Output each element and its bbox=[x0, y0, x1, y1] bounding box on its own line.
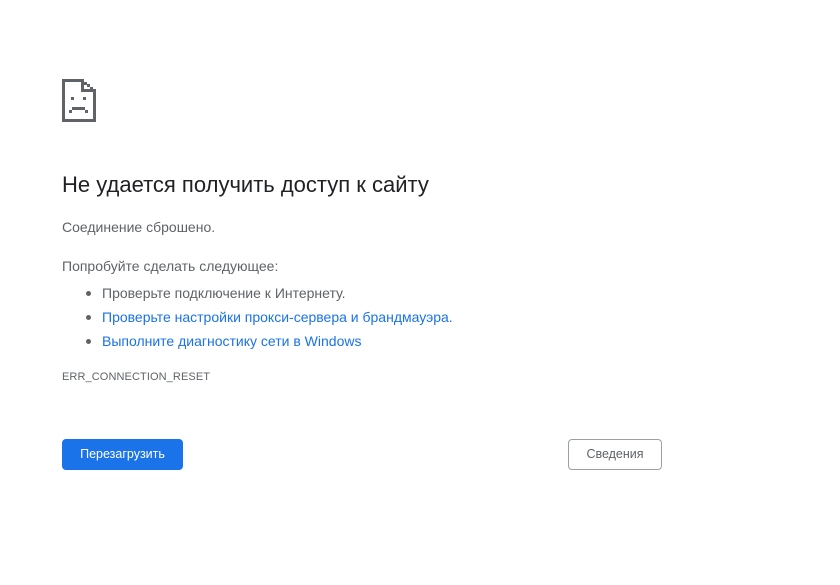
error-summary: Соединение сброшено. bbox=[62, 219, 216, 235]
page-title: Не удается получить доступ к сайту bbox=[62, 172, 429, 197]
reload-button[interactable]: Перезагрузить bbox=[62, 439, 183, 470]
error-code: ERR_CONNECTION_RESET bbox=[62, 371, 211, 383]
suggestions-heading: Попробуйте сделать следующее: bbox=[62, 258, 279, 274]
details-button[interactable]: Сведения bbox=[568, 439, 662, 470]
suggestion-text: Проверьте подключение к Интернету. bbox=[102, 285, 346, 301]
suggestion-network-diagnostics: Выполните диагностику сети в Windows bbox=[86, 329, 453, 353]
check-proxy-link[interactable]: Проверьте настройки прокси-сервера и бра… bbox=[102, 309, 453, 325]
suggestions-list: Проверьте подключение к Интернету. Прове… bbox=[62, 281, 453, 353]
suggestion-check-proxy: Проверьте настройки прокси-сервера и бра… bbox=[86, 305, 453, 329]
network-diagnostics-link[interactable]: Выполните диагностику сети в Windows bbox=[102, 333, 361, 349]
sad-page-icon bbox=[62, 79, 96, 122]
error-page: Не удается получить доступ к сайту Соеди… bbox=[0, 0, 840, 585]
suggestion-check-connection: Проверьте подключение к Интернету. bbox=[86, 281, 453, 305]
